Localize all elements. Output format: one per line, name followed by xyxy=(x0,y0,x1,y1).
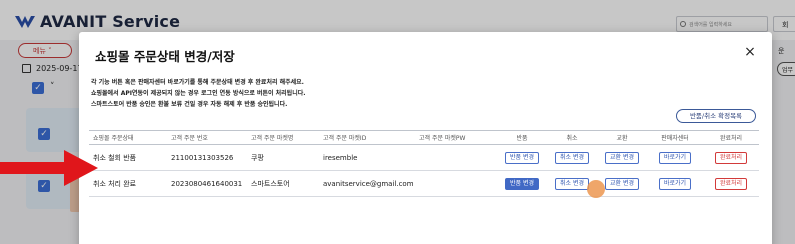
column-header: 완료처리 xyxy=(703,130,759,145)
column-header: 고객 주문 마켓PW xyxy=(415,130,497,145)
market-id: avanitservice@gmail.com xyxy=(319,170,415,197)
cursor-highlight-icon xyxy=(587,180,605,198)
cancel-change-button[interactable]: 취소 변경 xyxy=(555,177,589,190)
arrow-pointer-icon xyxy=(0,150,98,186)
order-status-modal: 쇼핑몰 주문상태 변경/저장 × 각 기능 버튼 혹은 판매자센터 바로가기를 … xyxy=(79,32,772,244)
table-header-row: 쇼핑몰 주문상태 고객 주문 번호 고객 주문 마켓명 고객 주문 마켓ID 고… xyxy=(89,130,759,145)
notice-line: 각 기능 버튼 혹은 판매자센터 바로가기를 통해 주문상태 변경 후 완료처리… xyxy=(91,79,304,86)
column-header: 반품 xyxy=(497,130,547,145)
exchange-change-button[interactable]: 교환 변경 xyxy=(605,177,639,190)
notice-line: 스마트스토어 반품 승인은 환불 보류 건일 경우 자동 해제 후 반품 승인됩… xyxy=(91,101,288,108)
column-header: 고객 주문 마켓명 xyxy=(247,130,319,145)
column-header: 교환 xyxy=(597,130,647,145)
market-pw xyxy=(415,170,497,197)
modal-title: 쇼핑몰 주문상태 변경/저장 xyxy=(95,49,235,64)
order-number: 21100131303526 xyxy=(167,144,247,171)
order-status: 취소 철회 반품 xyxy=(89,144,167,171)
column-header: 쇼핑몰 주문상태 xyxy=(89,130,167,145)
return-cancel-list-button[interactable]: 반품/취소 확정목록 xyxy=(676,109,756,123)
notice-line: 쇼핑몰에서 API연동이 제공되지 않는 경우 로그인 연동 방식으로 버튼이 … xyxy=(91,90,306,97)
column-header: 고객 주문 번호 xyxy=(167,130,247,145)
market-name: 스마트스토어 xyxy=(247,170,319,197)
column-header: 고객 주문 마켓ID xyxy=(319,130,415,145)
complete-button[interactable]: 완료처리 xyxy=(714,151,748,164)
cancel-change-button[interactable]: 취소 변경 xyxy=(555,151,589,164)
market-name: 쿠팡 xyxy=(247,144,319,171)
column-header: 취소 xyxy=(547,130,597,145)
market-pw xyxy=(415,144,497,171)
return-change-button[interactable]: 반품 변경 xyxy=(505,177,539,190)
exchange-change-button[interactable]: 교환 변경 xyxy=(605,151,639,164)
column-header: 판매자센터 xyxy=(647,130,703,145)
return-change-button[interactable]: 반품 변경 xyxy=(505,151,539,164)
market-id: iresemble xyxy=(319,144,415,171)
orders-table: 쇼핑몰 주문상태 고객 주문 번호 고객 주문 마켓명 고객 주문 마켓ID 고… xyxy=(89,130,759,197)
seller-center-button[interactable]: 바로가기 xyxy=(658,177,692,190)
order-number: 2023080461640031 xyxy=(167,170,247,197)
close-icon[interactable]: × xyxy=(742,44,758,60)
notice-text: 각 기능 버튼 혹은 판매자센터 바로가기를 통해 주문상태 변경 후 완료처리… xyxy=(91,77,651,110)
table-row: 취소 처리 완료 2023080461640031 스마트스토어 avanits… xyxy=(89,170,759,197)
table-row: 취소 철회 반품 21100131303526 쿠팡 iresemble 반품 … xyxy=(89,144,759,171)
seller-center-button[interactable]: 바로가기 xyxy=(658,151,692,164)
order-status: 취소 처리 완료 xyxy=(89,170,167,197)
complete-button[interactable]: 완료처리 xyxy=(714,177,748,190)
